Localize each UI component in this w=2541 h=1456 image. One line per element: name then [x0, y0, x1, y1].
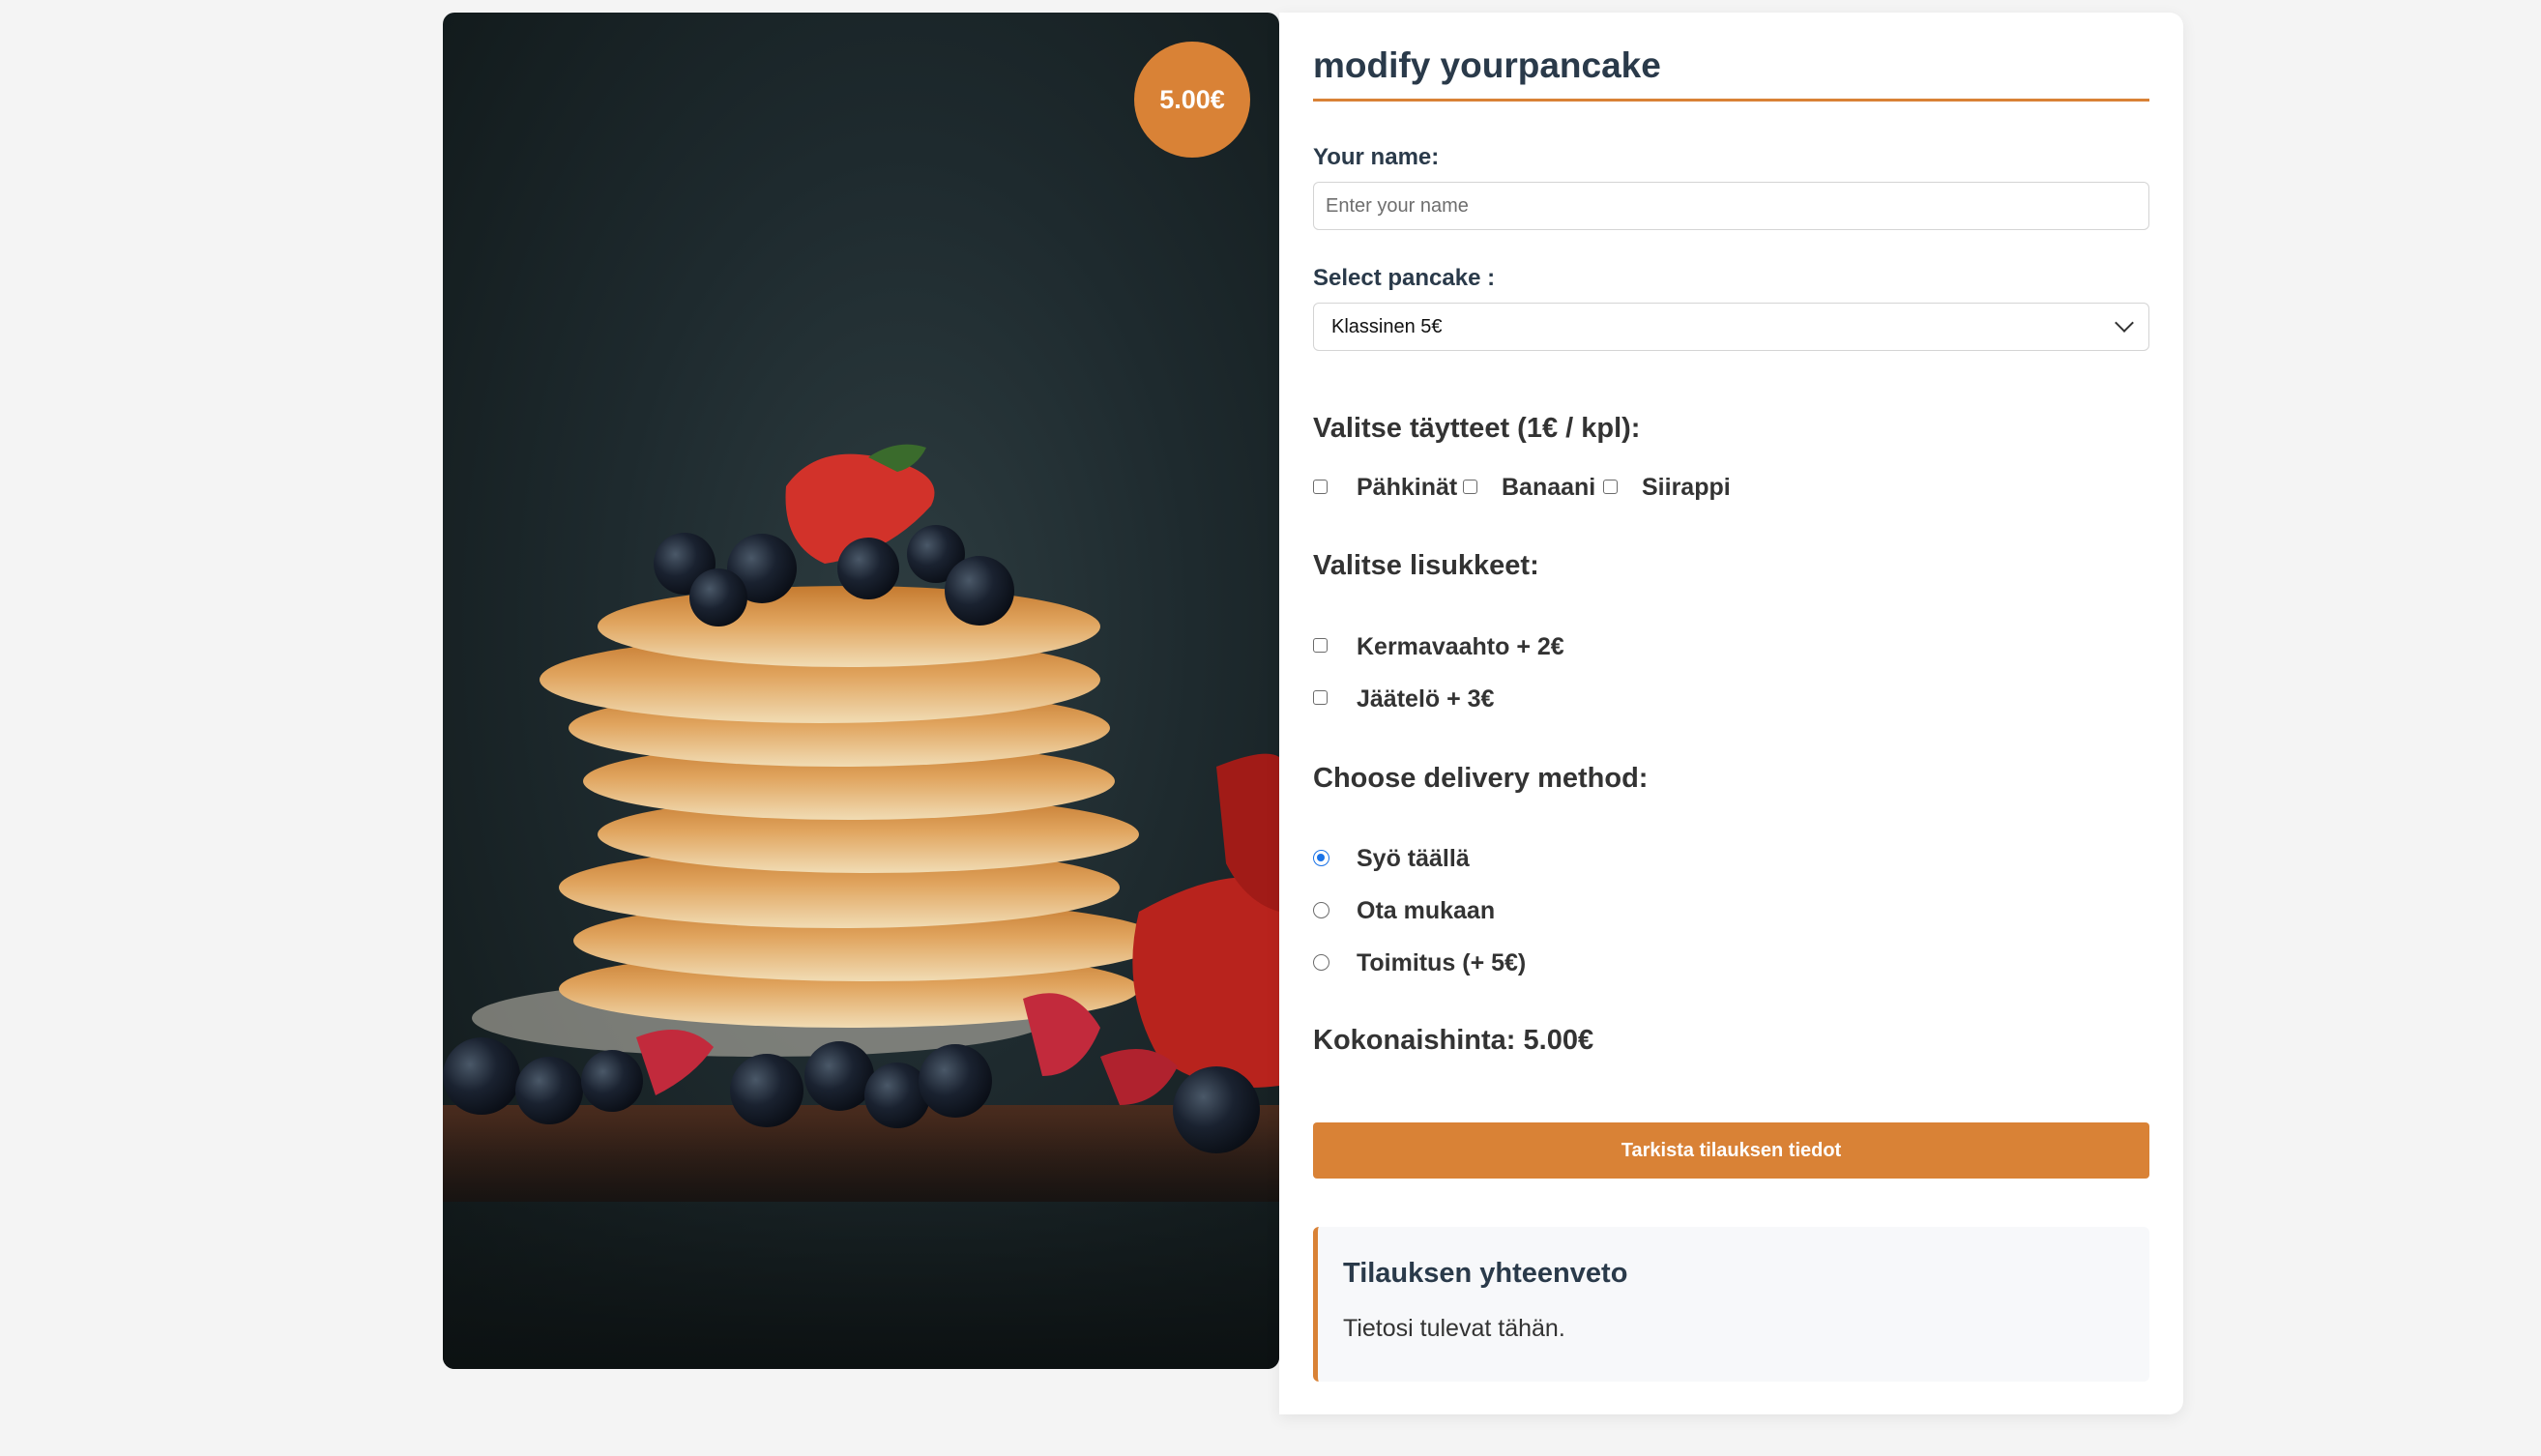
name-label: Your name:	[1313, 144, 1440, 170]
delivery-label-syo-taalla: Syö täällä	[1357, 845, 1470, 872]
delivery-radio-toimitus[interactable]	[1313, 954, 1329, 971]
price-badge: 5.00€	[1134, 42, 1250, 158]
pancake-illustration	[443, 444, 1279, 1369]
summary-text: Tietosi tulevat tähän.	[1343, 1315, 1565, 1342]
delivery-label-ota-mukaan: Ota mukaan	[1357, 897, 1496, 924]
delivery-label-toimitus: Toimitus (+ 5€)	[1357, 949, 1527, 976]
topping-label-pahkinat: Pähkinät	[1357, 474, 1458, 501]
page: 5.00€ modify yourpancake Your name: Sele…	[0, 0, 2541, 1456]
topping-label-banaani: Banaani	[1502, 474, 1596, 501]
title-divider	[1313, 99, 2149, 102]
chevron-down-icon	[2115, 313, 2134, 333]
form-title: modify yourpancake	[1313, 45, 1661, 85]
delivery-radio-ota-mukaan[interactable]	[1313, 902, 1329, 918]
summary-title: Tilauksen yhteenveto	[1343, 1258, 1628, 1289]
topping-label-siirappi: Siirappi	[1642, 474, 1731, 501]
toppings-heading: Valitse täytteet (1€ / kpl):	[1313, 413, 1641, 444]
extra-checkbox-kermavaahto[interactable]	[1313, 638, 1328, 653]
extras-heading: Valitse lisukkeet:	[1313, 550, 1539, 581]
topping-checkbox-banaani[interactable]	[1463, 480, 1477, 494]
extra-label-jaatelo: Jäätelö + 3€	[1357, 685, 1495, 713]
delivery-heading: Choose delivery method:	[1313, 763, 1649, 794]
pancake-label: Select pancake :	[1313, 265, 1496, 291]
extra-label-kermavaahto: Kermavaahto + 2€	[1357, 633, 1564, 660]
name-input[interactable]	[1313, 182, 2149, 230]
total-price: Kokonaishinta: 5.00€	[1313, 1025, 1594, 1056]
order-summary: Tilauksen yhteenveto Tietosi tulevat täh…	[1313, 1227, 2149, 1382]
topping-checkbox-siirappi[interactable]	[1603, 480, 1618, 494]
order-form-card: modify yourpancake Your name: Select pan…	[1279, 13, 2183, 1414]
extra-checkbox-jaatelo[interactable]	[1313, 690, 1328, 705]
pancake-select-value: Klassinen 5€	[1331, 315, 1443, 337]
pancake-select[interactable]: Klassinen 5€	[1313, 303, 2149, 351]
delivery-radio-syo-taalla[interactable]	[1313, 850, 1329, 866]
topping-checkbox-pahkinat[interactable]	[1313, 480, 1328, 494]
pancake-image: 5.00€	[443, 13, 1279, 1369]
check-order-button[interactable]: Tarkista tilauksen tiedot	[1313, 1122, 2149, 1179]
